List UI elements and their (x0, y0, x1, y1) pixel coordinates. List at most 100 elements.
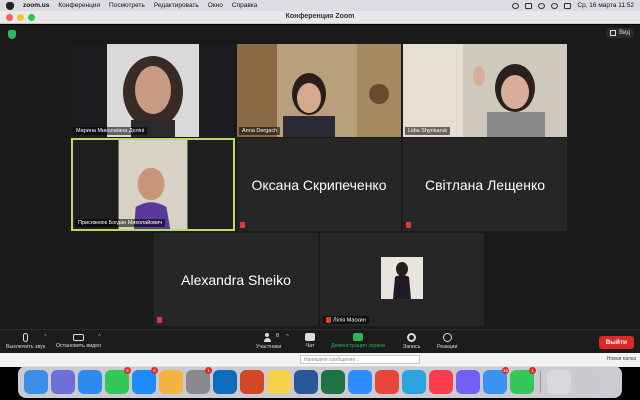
participant-name: Anna Dergach (239, 127, 281, 135)
notification-badge: 6 (151, 367, 158, 374)
zoom-icon[interactable] (348, 370, 372, 394)
clock[interactable]: Ср, 16 марта 11:52 (577, 2, 634, 9)
message-field[interactable]: Напишите сообщение... (300, 355, 420, 364)
participant-tile[interactable]: Марина Миколаївна Деліні (71, 44, 235, 137)
grid-icon (610, 30, 617, 36)
view-button[interactable]: Вид (606, 28, 634, 38)
participants-options-caret[interactable]: ^ (286, 334, 289, 340)
dock-separator (540, 371, 541, 393)
camera-icon (73, 334, 85, 341)
participant-tile-active-speaker[interactable]: Присяжнюк Богдан Миколайович (71, 138, 235, 231)
share-screen-label: Демонстрация экрана (331, 343, 386, 349)
menu-conference[interactable]: Конференция (58, 2, 100, 9)
launchpad-icon[interactable] (51, 370, 75, 394)
participant-avatar (381, 257, 423, 299)
apple-icon[interactable] (6, 1, 14, 10)
trash-icon[interactable] (574, 370, 598, 394)
macos-dock: 9 6 1 16 1 (18, 366, 622, 398)
participant-name: Марина Миколаївна Деліні (73, 127, 148, 135)
participant-tile[interactable]: Alexandra Sheiko (154, 233, 318, 326)
share-screen-button[interactable]: Демонстрация экрана (331, 333, 385, 349)
battery-icon[interactable] (525, 2, 533, 9)
powerpoint-icon[interactable] (240, 370, 264, 394)
view-button-label: Вид (619, 30, 630, 36)
chat-label: Чат (305, 343, 315, 349)
mail-icon[interactable]: 16 (483, 367, 509, 394)
menu-window[interactable]: Окно (208, 2, 223, 9)
participant-video (403, 44, 567, 137)
viber-icon[interactable] (456, 370, 480, 394)
excel-icon[interactable] (321, 370, 345, 394)
notification-badge: 9 (124, 367, 131, 374)
participant-name-label: Лілія Маскин (323, 315, 369, 324)
window-titlebar: Конференция Zoom (0, 11, 640, 24)
share-screen-icon (353, 333, 364, 341)
stop-video-button[interactable]: Остановить видео (56, 333, 101, 349)
word-icon[interactable] (294, 370, 318, 394)
participants-icon (263, 333, 274, 342)
record-button[interactable]: Запись (403, 333, 420, 350)
menu-help[interactable]: Справка (232, 2, 258, 9)
folder-label[interactable]: Новая папка (607, 356, 636, 362)
leave-button[interactable]: Выйти (598, 336, 634, 349)
participant-tile[interactable]: Світлана Лещенко (403, 138, 567, 231)
meeting-toolbar: Выключить звук ^ Остановить видео ^ Учас… (0, 329, 640, 353)
notification-badge: 1 (205, 367, 212, 374)
messages-icon[interactable]: 1 (510, 367, 536, 394)
chrome-icon[interactable] (375, 370, 399, 394)
participant-name: Лілія Маскин (333, 317, 366, 323)
outlook-icon[interactable] (213, 370, 237, 394)
video-options-caret[interactable]: ^ (98, 334, 101, 340)
participant-name: Lidia Shynkaruk (405, 127, 451, 135)
mute-button[interactable]: Выключить звук (6, 333, 45, 350)
meeting-stage: Вид Марина Миколаївна Деліні Anna Dergac… (0, 25, 640, 329)
reactions-label: Реакции (437, 344, 458, 350)
participant-name-display: Світлана Лещенко (424, 176, 546, 193)
participant-name-display: Alexandra Sheiko (181, 271, 291, 288)
background-window: Напишите сообщение... Новая папка (0, 353, 640, 367)
stop-video-label: Остановить видео (56, 343, 102, 349)
notification-badge: 1 (529, 367, 536, 374)
mute-button-label: Выключить звук (6, 344, 46, 350)
participant-video (71, 44, 235, 137)
participant-video (74, 140, 232, 229)
muted-icon (240, 222, 245, 228)
menu-app[interactable]: zoom.us (23, 2, 49, 9)
documents-icon[interactable] (547, 370, 571, 394)
muted-icon (157, 317, 162, 323)
finder-icon[interactable] (24, 370, 48, 394)
record-icon (407, 333, 417, 342)
wifi-icon[interactable] (538, 2, 546, 9)
participant-tile[interactable]: Оксана Скрипеченко (237, 138, 401, 231)
notes-icon[interactable] (267, 370, 291, 394)
participant-name-display: Оксана Скрипеченко (251, 176, 387, 193)
photos-icon[interactable] (159, 370, 183, 394)
participant-tile[interactable]: Лілія Маскин (320, 233, 484, 326)
system-preferences-icon[interactable]: 1 (186, 367, 212, 394)
chat-icon (305, 333, 315, 341)
zoom-status-icon[interactable] (512, 2, 520, 9)
reactions-icon (442, 333, 452, 342)
audio-options-caret[interactable]: ^ (44, 334, 47, 340)
app-store-icon[interactable]: 6 (132, 367, 158, 394)
menu-view[interactable]: Посмотреть (109, 2, 145, 9)
reactions-button[interactable]: Реакции (437, 333, 457, 350)
search-icon[interactable] (551, 2, 559, 9)
microphone-icon (23, 333, 29, 342)
chat-button[interactable]: Чат (305, 333, 315, 349)
macos-menubar: zoom.us Конференция Посмотреть Редактиро… (0, 0, 640, 11)
participant-video (237, 44, 401, 137)
control-center-icon[interactable] (564, 2, 572, 9)
music-icon[interactable] (429, 370, 453, 394)
menu-edit[interactable]: Редактировать (154, 2, 199, 9)
safari-icon[interactable] (78, 370, 102, 394)
participants-label: Участники (256, 344, 282, 350)
telegram-icon[interactable] (402, 370, 426, 394)
facetime-icon[interactable]: 9 (105, 367, 131, 394)
window-title: Конференция Zoom (285, 13, 355, 20)
participants-count: 8 (276, 333, 280, 339)
participant-tile[interactable]: Anna Dergach (237, 44, 401, 137)
record-label: Запись (403, 344, 421, 350)
security-shield-icon[interactable] (8, 30, 16, 39)
participant-tile[interactable]: Lidia Shynkaruk (403, 44, 567, 137)
